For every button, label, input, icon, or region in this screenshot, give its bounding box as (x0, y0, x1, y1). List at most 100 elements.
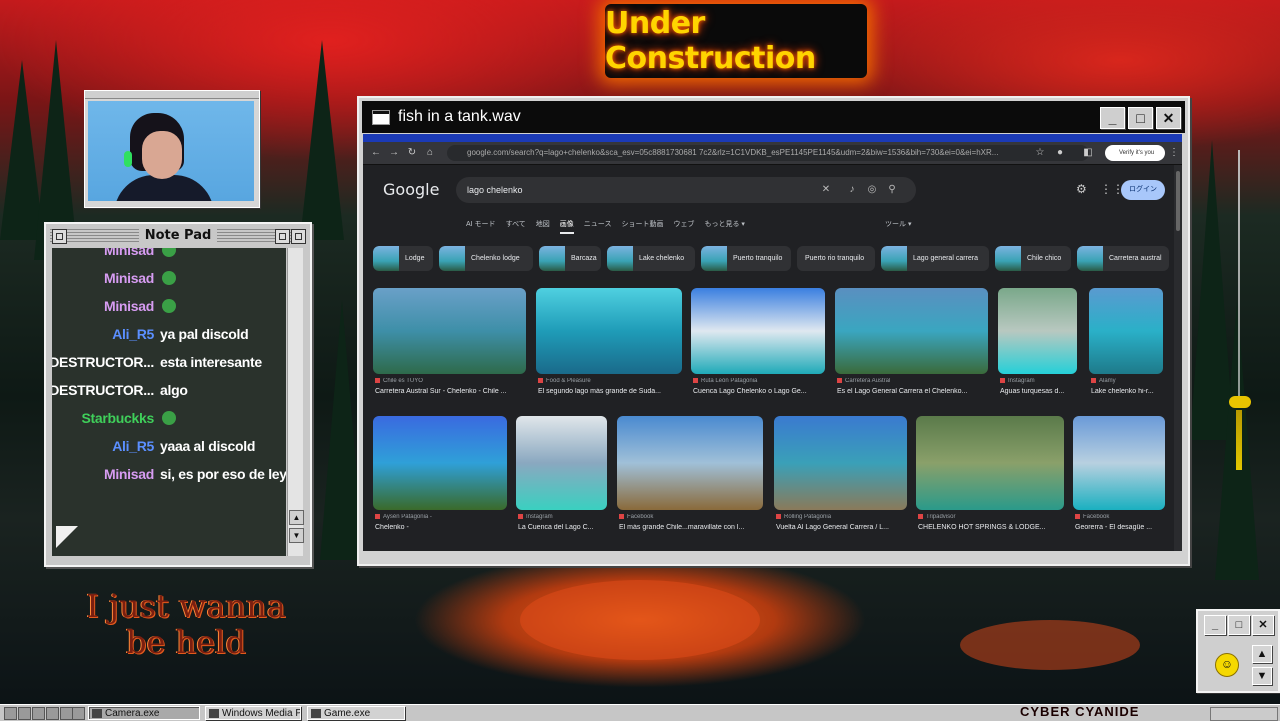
minimize-button[interactable]: _ (1100, 107, 1125, 129)
resize-corner-icon[interactable] (56, 526, 78, 548)
search-input[interactable]: lago chelenko ✕ ♪ ◎ ⚲ (456, 177, 916, 203)
image-caption[interactable]: Aguas turquesas d... (1000, 388, 1079, 395)
mini-window[interactable]: _ □ ✕ ☺ ▲ ▼ (1196, 609, 1280, 693)
browser-window[interactable]: fish in a tank.wav _ □ ✕ ← → ↻ ⌂ google.… (357, 96, 1190, 566)
related-search-chip[interactable]: Lodge (373, 246, 433, 271)
url-field[interactable]: google.com/search?q=lago+chelenko&sca_es… (447, 145, 1089, 161)
image-caption[interactable]: El segundo lago más grande de Suda... (538, 388, 684, 395)
related-search-chip[interactable]: Lake chelenko (607, 246, 695, 271)
image-caption[interactable]: Cuenca Lago Chelenko o Lago Ge... (693, 388, 827, 395)
chat-scrollbar[interactable]: ▲ ▼ (287, 248, 304, 556)
quicklaunch-icon[interactable] (32, 707, 45, 720)
quicklaunch-icon[interactable] (72, 707, 85, 720)
image-source[interactable]: Rolling Patagonia (776, 514, 909, 520)
image-result-card[interactable]: Instagram La Cuenca del Lago C... (516, 416, 607, 540)
image-result-card[interactable]: Aysén Patagonia - Chelenko - (373, 416, 507, 540)
image-source[interactable]: Facebook (1075, 514, 1167, 520)
minimize-box-icon[interactable] (275, 229, 290, 244)
image-caption[interactable]: Carretera Austral Sur - Chelenko - Chile… (375, 388, 528, 395)
camera-window[interactable] (84, 90, 260, 208)
notepad-titlebar[interactable]: Note Pad (50, 227, 306, 244)
chat-username[interactable]: Minisad (104, 294, 154, 318)
chat-username[interactable]: Minisad (104, 462, 154, 486)
camera-titlebar[interactable] (85, 91, 259, 99)
image-thumbnail[interactable] (774, 416, 907, 510)
search-tab[interactable]: 地図 (536, 221, 550, 228)
image-source[interactable]: Instagram (518, 514, 609, 520)
image-caption[interactable]: Chelenko - (375, 524, 509, 531)
image-result-card[interactable]: Rolling Patagonia Vuelta Al Lago General … (774, 416, 907, 540)
image-caption[interactable]: Vuelta Al Lago General Carrera / L... (776, 524, 909, 531)
image-result-card[interactable]: Facebook El más grande Chile...maravillat… (617, 416, 763, 540)
image-thumbnail[interactable] (373, 288, 526, 374)
image-source[interactable]: Food & Pleasure (538, 378, 684, 384)
tab-strip[interactable] (363, 134, 1182, 142)
page-scrollbar[interactable] (1174, 165, 1182, 551)
chat-username[interactable]: DESTRUCTOR... (52, 378, 154, 402)
image-result-card[interactable]: Ruta León Patagonia Cuenca Lago Chelenko … (691, 288, 825, 404)
search-tab[interactable]: ニュース (584, 221, 612, 228)
close-button[interactable]: ✕ (1252, 615, 1274, 635)
image-result-card[interactable]: Alamy Lake chelenko hi-r... (1089, 288, 1163, 404)
image-source[interactable]: Chile es TUYO (375, 378, 528, 384)
image-result-card[interactable]: Chile es TUYO Carretera Austral Sur - Che… (373, 288, 526, 404)
quicklaunch-icon[interactable] (18, 707, 31, 720)
quicklaunch-icon[interactable] (46, 707, 59, 720)
image-result-card[interactable]: Instagram Aguas turquesas d... (998, 288, 1077, 404)
close-button[interactable]: ✕ (1156, 107, 1181, 129)
verify-button[interactable]: Verify it's you (1105, 145, 1165, 161)
image-source[interactable]: Tripadvisor (918, 514, 1066, 520)
maximize-button[interactable]: □ (1128, 107, 1153, 129)
microphone-icon[interactable]: ♪ (846, 183, 858, 197)
extension-icon[interactable]: ● (1053, 145, 1067, 161)
extensions-puzzle-icon[interactable]: ◧ (1081, 145, 1095, 161)
image-thumbnail[interactable] (617, 416, 763, 510)
chat-username[interactable]: Minisad (104, 248, 154, 262)
image-caption[interactable]: Lake chelenko hi-r... (1091, 388, 1165, 395)
related-search-chip[interactable]: Barcaza (539, 246, 601, 271)
related-search-chip[interactable]: Chelenko lodge (439, 246, 533, 271)
notepad-window[interactable]: Note Pad Minisad Minisad Minisad Ali_R5 ya p… (44, 222, 312, 567)
system-tray[interactable] (1210, 707, 1278, 721)
image-thumbnail[interactable] (536, 288, 682, 374)
image-result-card[interactable]: Facebook Georerra - El desagüe ... (1073, 416, 1165, 540)
image-caption[interactable]: El más grande Chile...maravillate con l.… (619, 524, 765, 531)
scroll-up-arrow-icon[interactable]: ▲ (289, 510, 304, 525)
chat-username[interactable]: Ali_R5 (112, 322, 154, 346)
chat-username[interactable]: Minisad (104, 266, 154, 290)
scroll-up-arrow-icon[interactable]: ▲ (1252, 645, 1272, 663)
star-bookmark-icon[interactable]: ☆ (1033, 145, 1047, 161)
maximize-box-icon[interactable] (291, 229, 306, 244)
image-source[interactable]: Aysén Patagonia - (375, 514, 509, 520)
start-icon[interactable] (4, 707, 17, 720)
menu-kebab-icon[interactable]: ⋮ (1167, 145, 1181, 161)
maximize-button[interactable]: □ (1228, 615, 1250, 635)
search-tab[interactable]: 画像 (559, 221, 574, 234)
image-thumbnail[interactable] (998, 288, 1077, 374)
image-thumbnail[interactable] (835, 288, 988, 374)
image-thumbnail[interactable] (1089, 288, 1163, 374)
google-logo[interactable]: Google (383, 180, 439, 199)
image-thumbnail[interactable] (373, 416, 507, 510)
image-caption[interactable]: La Cuenca del Lago C... (518, 524, 609, 531)
taskbar-button-game[interactable]: Game.exe (307, 706, 405, 720)
settings-gear-icon[interactable]: ⚙ (1076, 182, 1087, 196)
chat-username[interactable]: DESTRUCTOR... (52, 350, 154, 374)
back-arrow-icon[interactable]: ← (369, 145, 383, 161)
search-tab[interactable]: ウェブ (673, 221, 694, 228)
search-icon[interactable]: ⚲ (886, 183, 898, 197)
image-source[interactable]: Alamy (1091, 378, 1165, 384)
scroll-down-arrow-icon[interactable]: ▼ (1252, 667, 1272, 685)
related-search-chip[interactable]: Chile chico (995, 246, 1071, 271)
search-tab[interactable]: すべて (506, 221, 526, 228)
close-box-icon[interactable] (52, 229, 67, 244)
tools-menu[interactable]: ツール ▾ (885, 219, 911, 229)
image-caption[interactable]: Es el Lago General Carrera el Chelenko..… (837, 388, 990, 395)
taskbar-button-camera[interactable]: Camera.exe (88, 706, 200, 720)
image-thumbnail[interactable] (516, 416, 607, 510)
chat-username[interactable]: Ali_R5 (112, 434, 154, 458)
taskbar-button-media-player[interactable]: Windows Media Pla... (205, 706, 301, 720)
login-button[interactable]: ログイン (1121, 180, 1165, 200)
image-source[interactable]: Instagram (1000, 378, 1079, 384)
image-source[interactable]: Facebook (619, 514, 765, 520)
